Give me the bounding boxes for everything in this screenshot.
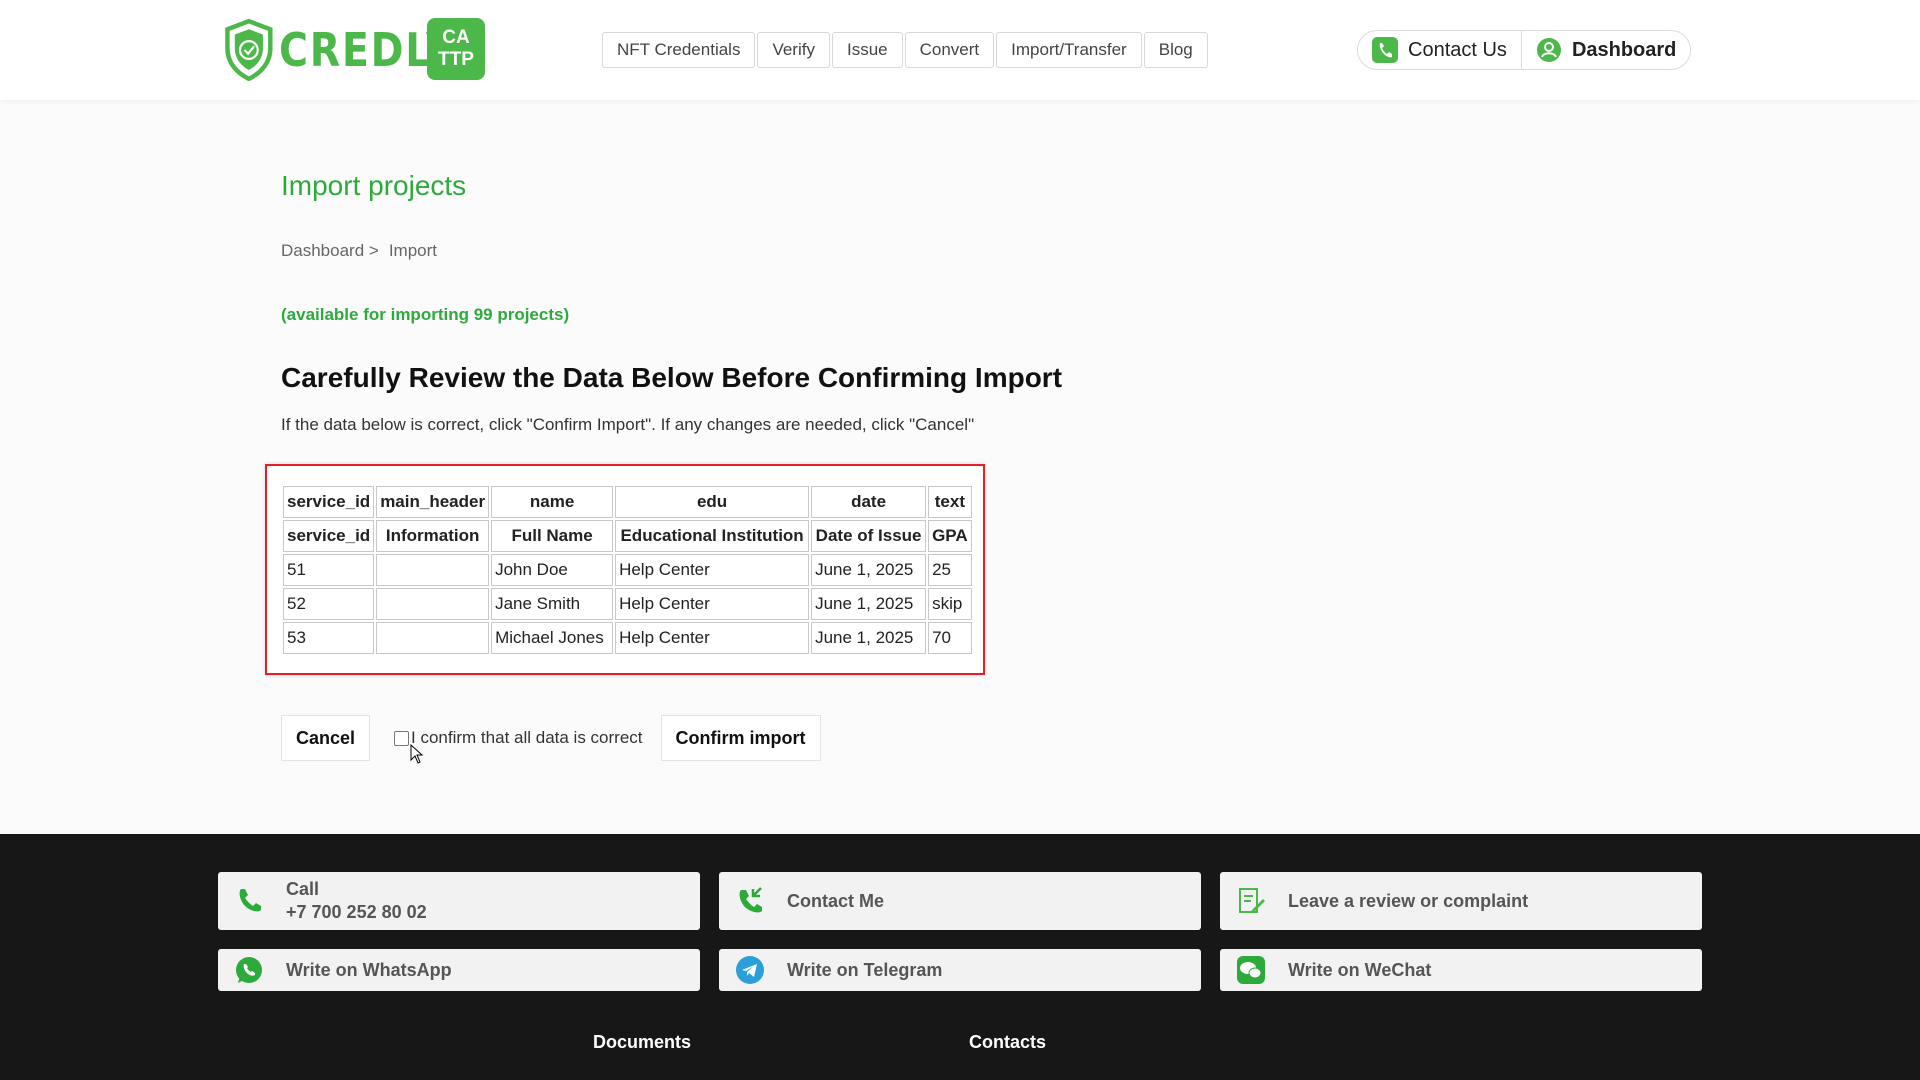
contact-me-button[interactable]: Contact Me — [719, 872, 1201, 930]
review-complaint-button[interactable]: Leave a review or complaint — [1220, 872, 1702, 930]
footer-documents-heading: Documents — [593, 1032, 692, 1052]
table-cell — [376, 622, 490, 654]
breadcrumb-import: Import — [388, 241, 438, 260]
wechat-button[interactable]: Write on WeChat — [1220, 949, 1702, 991]
nav-convert[interactable]: Convert — [904, 32, 995, 68]
table-cell: 52 — [283, 588, 375, 620]
table-cell: 53 — [283, 622, 375, 654]
phone-callback-icon — [739, 887, 762, 913]
table-header-cell: Educational Institution — [615, 520, 810, 552]
whatsapp-label: Write on WhatsApp — [286, 959, 452, 980]
confirm-checkbox[interactable] — [394, 730, 410, 746]
nav-blog[interactable]: Blog — [1143, 32, 1208, 68]
table-cell: Michael Jones — [491, 622, 614, 654]
page-title: Import projects — [281, 170, 467, 201]
telegram-label: Write on Telegram — [787, 959, 943, 980]
footer-contacts-heading: Contacts — [969, 1032, 1047, 1052]
table-cell — [376, 588, 490, 620]
table-cell: Help Center — [615, 588, 810, 620]
table-cell: 25 — [928, 554, 972, 586]
contact-us-label: Contact Us — [1408, 38, 1507, 61]
main-content: Import projects Dashboard > Import (avai… — [0, 100, 1920, 834]
phone-icon — [1372, 37, 1398, 63]
table-row: 52 Jane Smith Help Center June 1, 2025 s… — [283, 588, 972, 620]
whatsapp-icon — [236, 957, 262, 983]
breadcrumb: Dashboard > Import — [281, 241, 447, 261]
table-header-cell: service_id — [283, 520, 375, 552]
table-header-cell: GPA — [928, 520, 972, 552]
review-instructions: If the data below is correct, click "Con… — [281, 415, 975, 434]
table-cell: June 1, 2025 — [811, 554, 927, 586]
table-header-cell: main_header — [376, 486, 490, 518]
table-cell: skip — [928, 588, 972, 620]
main-nav: NFT Credentials Verify Issue Convert Imp… — [602, 32, 1210, 68]
available-count: (available for importing 99 projects) — [281, 305, 570, 324]
table-row: 51 John Doe Help Center June 1, 2025 25 — [283, 554, 972, 586]
dashboard-button[interactable]: Dashboard — [1520, 31, 1690, 69]
wechat-icon — [1237, 956, 1265, 984]
table-cell: June 1, 2025 — [811, 622, 927, 654]
table-header-cell: Date of Issue — [811, 520, 927, 552]
cancel-button[interactable]: Cancel — [281, 715, 371, 761]
table-header-cell: Information — [376, 520, 490, 552]
wechat-label: Write on WeChat — [1288, 959, 1432, 980]
table-header-cell: date — [811, 486, 927, 518]
table-cell: Help Center — [615, 622, 810, 654]
breadcrumb-dashboard[interactable]: Dashboard > — [281, 241, 379, 261]
shield-check-icon — [225, 18, 273, 82]
call-button[interactable]: Call +7 700 252 80 02 — [218, 872, 700, 930]
credly-logo[interactable]: CREDLY CA TTP — [223, 8, 485, 92]
logo-badge-top: CA — [442, 27, 470, 48]
table-header-cell: name — [491, 486, 614, 518]
dashboard-label: Dashboard — [1571, 38, 1677, 61]
import-actions: Cancel I confirm that all data is correc… — [281, 715, 821, 761]
user-icon — [1536, 38, 1561, 62]
nav-nft-credentials[interactable]: NFT Credentials — [602, 32, 756, 68]
telegram-icon — [736, 956, 764, 984]
header-actions: Contact Us Dashboard — [1357, 30, 1692, 70]
nav-issue[interactable]: Issue — [831, 32, 903, 68]
table-header-row: service_id Information Full Name Educati… — [283, 520, 972, 552]
table-row: 53 Michael Jones Help Center June 1, 202… — [283, 622, 972, 654]
contact-me-label: Contact Me — [787, 890, 885, 911]
table-header-cell: text — [928, 486, 972, 518]
call-number: +7 700 252 80 02 — [286, 902, 427, 922]
confirm-checkbox-label[interactable]: I confirm that all data is correct — [411, 728, 642, 748]
review-complaint-label: Leave a review or complaint — [1288, 890, 1529, 911]
logo-badge-bottom: TTP — [438, 49, 474, 70]
document-edit-icon — [1239, 888, 1265, 913]
table-cell: Jane Smith — [491, 588, 614, 620]
table-cell: June 1, 2025 — [811, 588, 927, 620]
mouse-cursor-icon — [410, 744, 424, 764]
confirm-import-button[interactable]: Confirm import — [660, 715, 821, 761]
table-header-row: service_id main_header name edu date tex… — [283, 486, 972, 518]
logo-badge: CA TTP — [427, 18, 485, 80]
review-heading: Carefully Review the Data Below Before C… — [281, 362, 1063, 393]
table-cell: Help Center — [615, 554, 810, 586]
table-cell: 70 — [928, 622, 972, 654]
telegram-button[interactable]: Write on Telegram — [719, 949, 1201, 991]
site-footer: Call +7 700 252 80 02 Contact Me Leave a… — [0, 834, 1920, 1080]
phone-icon — [239, 889, 261, 912]
table-cell — [376, 554, 490, 586]
table-cell: John Doe — [491, 554, 614, 586]
contact-us-button[interactable]: Contact Us — [1358, 31, 1521, 69]
import-preview-table: service_id main_header name edu date tex… — [281, 484, 974, 656]
table-header-cell: Full Name — [491, 520, 614, 552]
table-header-cell: service_id — [283, 486, 375, 518]
nav-import-transfer[interactable]: Import/Transfer — [996, 32, 1142, 68]
table-cell: 51 — [283, 554, 375, 586]
call-label: Call — [286, 879, 320, 899]
whatsapp-button[interactable]: Write on WhatsApp — [218, 949, 700, 991]
top-header: CREDLY CA TTP NFT Credentials Verify Iss… — [0, 0, 1920, 100]
import-preview-panel: service_id main_header name edu date tex… — [265, 464, 985, 675]
table-header-cell: edu — [615, 486, 810, 518]
nav-verify[interactable]: Verify — [757, 32, 830, 68]
